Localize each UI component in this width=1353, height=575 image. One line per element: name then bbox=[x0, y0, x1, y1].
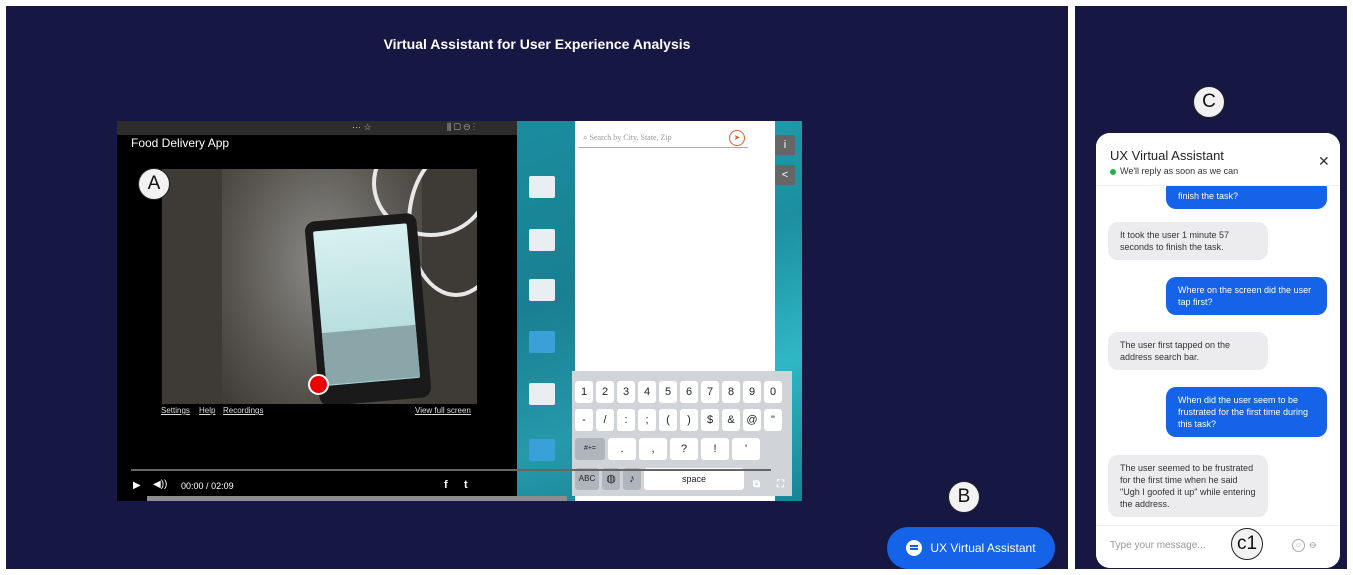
desktop-file-icon bbox=[529, 229, 555, 251]
video-player[interactable]: ⋯ ☆ ⫼ ▢ ⊖ ⋮ ⌕ Search by City, State, Zip… bbox=[117, 121, 802, 501]
keyboard-row-digits: 1234567890 bbox=[575, 381, 782, 403]
info-icon[interactable]: i bbox=[775, 135, 795, 155]
menu-dots-icon: ⋯ ☆ bbox=[352, 122, 372, 132]
keyboard-key: 0 bbox=[764, 381, 782, 403]
keyboard-key: 2 bbox=[596, 381, 614, 403]
chat-message-user: Where on the screen did the user tap fir… bbox=[1166, 277, 1327, 315]
chat-message-bot: The user seemed to be frustrated for the… bbox=[1108, 455, 1268, 517]
annotation-label-a: A bbox=[138, 168, 170, 200]
address-search-bar: ⌕ Search by City, State, Zip bbox=[579, 129, 748, 148]
desktop-file-icon bbox=[529, 176, 555, 198]
chat-widget: UX Virtual Assistant We'll reply as soon… bbox=[1096, 133, 1340, 568]
chat-header: UX Virtual Assistant We'll reply as soon… bbox=[1096, 133, 1340, 186]
keyboard-key: & bbox=[722, 409, 740, 431]
desktop-folder-icon bbox=[529, 331, 555, 353]
keyboard-key: 3 bbox=[617, 381, 635, 403]
record-button[interactable] bbox=[308, 374, 329, 395]
keyboard-key: 6 bbox=[680, 381, 698, 403]
keyboard-key: $ bbox=[701, 409, 719, 431]
keyboard-row-symbols: - /:;() $ & @ " bbox=[575, 409, 782, 431]
desktop-file-icon bbox=[529, 383, 555, 405]
emoji-icon[interactable]: ☺ bbox=[1292, 539, 1305, 552]
keyboard-key: 5 bbox=[659, 381, 677, 403]
fullscreen-icon[interactable]: ⛶ bbox=[777, 479, 784, 490]
keyboard-key: 4 bbox=[638, 381, 656, 403]
keyboard-key: , bbox=[639, 438, 667, 460]
chat-message-user: When did the user seem to be frustrated … bbox=[1166, 387, 1327, 437]
keyboard-key: #+= bbox=[575, 438, 605, 460]
keyboard-key: ) bbox=[680, 409, 698, 431]
message-input[interactable]: Type your message... bbox=[1110, 540, 1206, 551]
keyboard-key: ; bbox=[638, 409, 656, 431]
chat-title: UX Virtual Assistant bbox=[1110, 148, 1224, 163]
chat-message-bot: The user first tapped on the address sea… bbox=[1108, 332, 1268, 370]
recordings-link[interactable]: Recordings bbox=[223, 406, 263, 415]
navigation-arrow-icon: ➤ bbox=[729, 130, 745, 146]
keyboard-key: 9 bbox=[743, 381, 761, 403]
close-icon[interactable]: ✕ bbox=[1318, 153, 1330, 170]
settings-link[interactable]: Settings bbox=[161, 406, 190, 415]
webcam-feed bbox=[162, 169, 477, 404]
ux-virtual-assistant-button[interactable]: UX Virtual Assistant bbox=[887, 527, 1055, 569]
pip-icon[interactable]: ⧉ bbox=[753, 479, 760, 490]
page-title: Virtual Assistant for User Experience An… bbox=[383, 36, 691, 52]
desktop-folder-icon bbox=[529, 439, 555, 461]
online-status-icon bbox=[1110, 168, 1116, 175]
volume-icon[interactable]: ◀)) bbox=[153, 479, 167, 490]
keyboard-key: " bbox=[764, 409, 782, 431]
search-icon: ⌕ bbox=[583, 133, 588, 142]
keyboard-key: 1 bbox=[575, 381, 593, 403]
keyboard-key: ? bbox=[670, 438, 698, 460]
keyboard-key: 8 bbox=[722, 381, 740, 403]
video-time: 00:00 / 02:09 bbox=[181, 481, 234, 491]
annotation-label-b: B bbox=[948, 481, 980, 513]
video-title: Food Delivery App bbox=[131, 136, 230, 150]
test-phone-keyboard bbox=[321, 324, 421, 385]
desktop-file-icon bbox=[529, 279, 555, 301]
keyboard-key: - bbox=[575, 409, 593, 431]
paperclip-icon[interactable]: ⌀ bbox=[1306, 538, 1320, 551]
share-icon[interactable]: < bbox=[775, 165, 795, 185]
keyboard-key: ! bbox=[701, 438, 729, 460]
recorded-browser-toolbar: ⋯ ☆ ⫼ ▢ ⊖ ⋮ bbox=[117, 121, 517, 135]
view-full-screen-link[interactable]: View full screen bbox=[415, 406, 471, 415]
chat-bubble-icon bbox=[906, 540, 923, 556]
keyboard-key: ' bbox=[732, 438, 760, 460]
chat-input-row: Type your message... ☺ ⌀ bbox=[1096, 525, 1340, 568]
keyboard-key: @ bbox=[743, 409, 761, 431]
main-panel: Virtual Assistant for User Experience An… bbox=[6, 6, 1068, 569]
ux-button-label: UX Virtual Assistant bbox=[930, 541, 1036, 555]
keyboard-key: . bbox=[608, 438, 636, 460]
video-progress-bar[interactable] bbox=[131, 469, 771, 471]
annotation-label-c: C bbox=[1193, 86, 1225, 118]
help-link[interactable]: Help bbox=[199, 406, 215, 415]
play-icon[interactable]: ▶ bbox=[133, 480, 141, 491]
keyboard-key: ( bbox=[659, 409, 677, 431]
keyboard-key: / bbox=[596, 409, 614, 431]
toolbar-icons: ⫼ ▢ ⊖ ⋮ bbox=[447, 122, 476, 132]
video-controls: ▶ ◀)) 00:00 / 02:09 f t ⧉ ⛶ bbox=[117, 473, 802, 501]
chat-status: We'll reply as soon as we can bbox=[1110, 166, 1238, 176]
chat-message-bot: It took the user 1 minute 57 seconds to … bbox=[1108, 222, 1268, 260]
keyboard-key: 7 bbox=[701, 381, 719, 403]
keyboard-key: : bbox=[617, 409, 635, 431]
twitter-icon[interactable]: t bbox=[464, 479, 468, 491]
facebook-icon[interactable]: f bbox=[444, 479, 448, 491]
annotation-label-c1: c1 bbox=[1231, 528, 1263, 560]
keyboard-row-punctuation: #+=.,?! ' bbox=[575, 438, 760, 460]
